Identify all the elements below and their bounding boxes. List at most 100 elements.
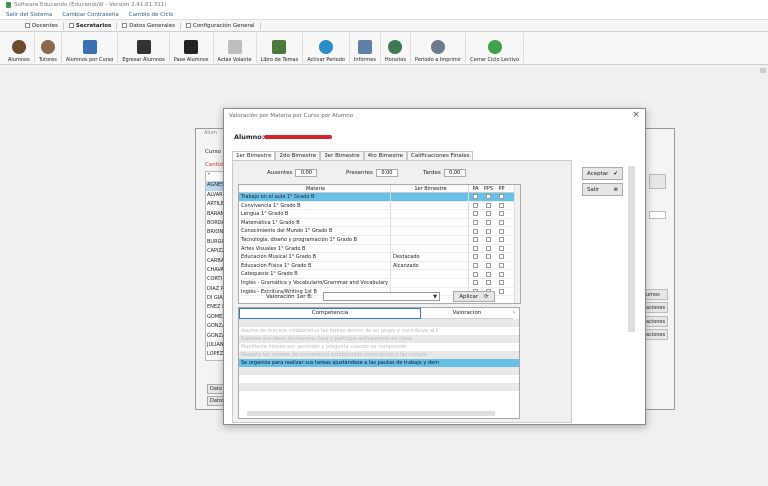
bimestre-cell[interactable] — [391, 278, 469, 287]
bimestre-cell[interactable] — [391, 270, 469, 278]
tab-3er-bimestre[interactable]: 3er Bimestre — [320, 151, 364, 160]
pp-checkbox[interactable] — [495, 236, 508, 244]
pps-checkbox[interactable] — [482, 236, 495, 244]
bimestre-cell[interactable] — [391, 201, 469, 210]
pps-checkbox[interactable] — [482, 279, 495, 287]
table-row[interactable]: Tecnología, diseño y programación 1° Gra… — [239, 235, 520, 245]
pp-checkbox[interactable] — [495, 288, 508, 296]
pa-checkbox[interactable] — [469, 262, 482, 270]
pa-checkbox[interactable] — [469, 236, 482, 244]
table-row[interactable]: Trabajo en el aula 1° Grado B — [239, 193, 520, 202]
toolbar-libro-temas[interactable]: Libro de Temas — [257, 33, 304, 63]
table-row[interactable]: Artes Visuales 1° Grado B — [239, 244, 520, 254]
pps-checkbox[interactable] — [482, 210, 495, 218]
bimestre-cell[interactable] — [391, 235, 469, 244]
bimestre-cell[interactable]: Alcanzado — [391, 261, 469, 270]
pp-checkbox[interactable] — [495, 227, 508, 235]
toolbar-horarios[interactable]: Horarios — [381, 33, 411, 63]
pa-checkbox[interactable] — [469, 227, 482, 235]
side-field[interactable] — [649, 211, 666, 219]
tab-datos-generales[interactable]: Datos Generales — [117, 21, 181, 30]
pa-checkbox[interactable] — [469, 193, 482, 201]
pp-checkbox[interactable] — [495, 262, 508, 270]
col-pa[interactable]: PA — [469, 185, 482, 192]
competencia-row[interactable]: Asume de manera colaborativa las tareas … — [239, 327, 519, 335]
table-row[interactable]: Matemática 1° Grado B — [239, 218, 520, 228]
bimestre-cell[interactable] — [391, 227, 469, 235]
pa-checkbox[interactable] — [469, 279, 482, 287]
bimestre-cell[interactable]: Destacado — [391, 253, 469, 261]
pp-checkbox[interactable] — [495, 193, 508, 201]
menu-cambiar-contrasena[interactable]: Cambiar Contraseña — [62, 12, 119, 18]
bimestre-cell[interactable] — [391, 193, 469, 201]
toolbar-activar-periodo[interactable]: Activar Periodo — [303, 33, 350, 63]
tab-configuracion-general[interactable]: Configuración General — [181, 21, 261, 30]
toolbar-cerrar-ciclo[interactable]: Cerrar Ciclo Lectivo — [466, 33, 525, 63]
toolbar-egresar-alumnos[interactable]: Egresar Alumnos — [118, 33, 170, 63]
table-row[interactable]: Educación Musical 1° Grado B Destacado — [239, 253, 520, 262]
toolbar-tutores[interactable]: Tutores — [35, 33, 62, 63]
pps-checkbox[interactable] — [482, 245, 495, 253]
dialog-scrollbar[interactable] — [628, 166, 635, 332]
bimestre-cell[interactable] — [391, 210, 469, 218]
pp-checkbox[interactable] — [495, 270, 508, 278]
pps-checkbox[interactable] — [482, 219, 495, 227]
competencia-row[interactable]: Expresa sus ideas de manera clara y part… — [239, 335, 519, 343]
pps-checkbox[interactable] — [482, 227, 495, 235]
competencia-row-selected[interactable]: Se organiza para realizar sus tareas aju… — [239, 359, 519, 367]
pp-checkbox[interactable] — [495, 253, 508, 261]
col-competencia[interactable]: Competencia — [239, 308, 421, 319]
grid-scrollbar[interactable] — [514, 185, 520, 303]
chevron-right-icon[interactable]: › — [513, 308, 519, 319]
table-row[interactable]: Lengua 1° Grado B — [239, 210, 520, 219]
aplicar-button[interactable]: Aplicar ⟳ — [453, 291, 495, 302]
pps-checkbox[interactable] — [482, 262, 495, 270]
pps-checkbox[interactable] — [482, 193, 495, 201]
ausentes-field[interactable] — [295, 169, 318, 177]
tab-docentes[interactable]: Docentes — [20, 21, 64, 30]
materias-grid[interactable]: Materia 1er Bimestre PA PPS PP Trabajo e… — [238, 184, 521, 304]
pp-checkbox[interactable] — [495, 279, 508, 287]
toolbar-alumnos-por-curso[interactable]: Alumnos por Curso — [62, 33, 119, 63]
tardes-field[interactable] — [443, 169, 466, 177]
scroll-arrow-icon[interactable] — [760, 68, 766, 73]
side-button-3[interactable]: aciones — [643, 316, 668, 327]
toolbar-pase-alumnos[interactable]: Pase Alumnos — [170, 33, 214, 63]
col-valoracion[interactable]: Valoracion — [421, 308, 513, 319]
toolbar-periodo-imprimir[interactable]: Periodo a Imprimir — [411, 33, 467, 63]
table-row[interactable]: Catequesis 1° Grado B — [239, 270, 520, 279]
col-pps[interactable]: PPS — [482, 185, 495, 192]
menu-cambio-ciclo[interactable]: Cambio de Ciclo — [129, 12, 174, 18]
menu-salir[interactable]: Salir del Sistema — [6, 12, 52, 18]
tab-4to-bimestre[interactable]: 4to Bimestre — [363, 151, 408, 160]
toolbar-actas-volante[interactable]: Actas Volante — [214, 33, 257, 63]
toolbar-alumnos[interactable]: Alumnos — [4, 33, 35, 63]
competencia-row[interactable]: Manifiesta interés por aprender y pregun… — [239, 343, 519, 351]
aceptar-button[interactable]: Aceptar ✔ — [582, 167, 623, 180]
col-materia[interactable]: Materia — [239, 185, 391, 192]
bimestre-cell[interactable] — [391, 244, 469, 253]
table-row[interactable]: Conocimiento del Mundo 1° Grado B — [239, 227, 520, 236]
pa-checkbox[interactable] — [469, 219, 482, 227]
toolbar-informes[interactable]: Informes — [350, 33, 381, 63]
side-button-1[interactable]: umos — [643, 289, 668, 300]
tab-secretarios[interactable]: Secretarios — [64, 21, 118, 30]
pa-checkbox[interactable] — [469, 270, 482, 278]
col-bimestre[interactable]: 1er Bimestre — [391, 185, 469, 192]
pps-checkbox[interactable] — [482, 270, 495, 278]
pp-checkbox[interactable] — [495, 210, 508, 218]
pa-checkbox[interactable] — [469, 210, 482, 218]
pps-checkbox[interactable] — [482, 202, 495, 210]
pp-checkbox[interactable] — [495, 245, 508, 253]
tab-1er-bimestre[interactable]: 1er Bimestre — [232, 151, 276, 160]
salir-button[interactable]: Salir ⊗ — [582, 183, 623, 196]
presentes-field[interactable] — [375, 169, 398, 177]
table-row[interactable]: Inglés - Gramática y Vocabulario/Grammar… — [239, 278, 520, 288]
valoracion-select[interactable]: ▼ — [323, 292, 440, 301]
col-pp[interactable]: PP — [495, 185, 508, 192]
horizontal-scrollbar[interactable] — [247, 411, 495, 416]
side-button-4[interactable]: aciones — [643, 329, 668, 340]
competencia-row[interactable]: Respeta las normas de convivencia establ… — [239, 351, 519, 359]
table-row[interactable]: Convivencia 1° Grado B — [239, 201, 520, 211]
tab-2do-bimestre[interactable]: 2do Bimestre — [275, 151, 321, 160]
